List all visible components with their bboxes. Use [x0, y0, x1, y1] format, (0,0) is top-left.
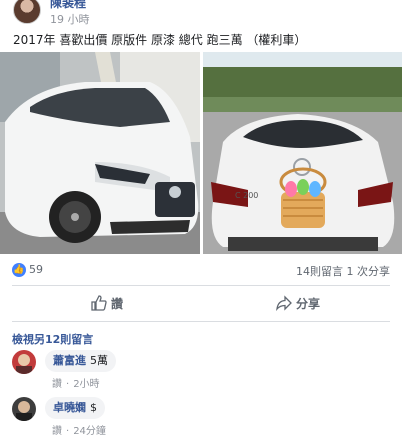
comment-author[interactable]: 蕭富進 [53, 354, 86, 367]
post-header: 陳裴程 19 小時 [0, 0, 402, 30]
comment-bubble: 卓曉嫻 $ [45, 397, 105, 419]
divider [12, 285, 390, 286]
view-more-comments-link[interactable]: 檢視另12則留言 [12, 331, 93, 347]
comment-author[interactable]: 卓曉嫻 [53, 401, 86, 414]
share-button[interactable]: 分享 [206, 288, 396, 318]
comment-time[interactable]: 24分鐘 [73, 426, 106, 437]
post-timestamp[interactable]: 19 小時 [50, 11, 90, 27]
author-name[interactable]: 陳裴程 [50, 0, 86, 11]
comment-meta: 讚 · 2小時 [52, 379, 100, 390]
comment-meta: 讚 · 24分鐘 [52, 426, 106, 437]
post-text: 2017年 喜歡出價 原版件 原漆 總代 跑三萬 （權利車） [13, 33, 307, 47]
comment-share-count[interactable]: 14則留言 1 次分享 [296, 263, 390, 279]
share-arrow-icon [276, 295, 292, 311]
commenter-avatar[interactable] [12, 350, 36, 374]
divider [12, 321, 390, 322]
comment-like-link[interactable]: 讚 [52, 379, 62, 390]
commenter-avatar[interactable] [12, 397, 36, 421]
share-label: 分享 [296, 297, 321, 311]
author-avatar[interactable] [13, 0, 41, 24]
like-label: 讚 [111, 297, 124, 311]
like-button[interactable]: 讚 [6, 288, 196, 318]
reaction-stats: 👍 59 14則留言 1 次分享 [0, 258, 402, 282]
comment-like-link[interactable]: 讚 [52, 426, 62, 437]
car-rear-illustration: C 200 [203, 52, 402, 254]
action-bar: 讚 分享 [0, 288, 402, 318]
thumbs-up-icon [91, 295, 107, 311]
thumbs-up-badge-icon[interactable]: 👍 [12, 263, 26, 277]
comment-bubble: 蕭富進 5萬 [45, 350, 116, 372]
comment-time[interactable]: 2小時 [73, 379, 99, 390]
comment-text: $ [90, 401, 97, 414]
commenter-avatar-image [12, 397, 36, 421]
car-front-illustration [0, 52, 200, 254]
like-count[interactable]: 59 [29, 263, 43, 276]
comment-text: 5萬 [90, 354, 108, 367]
commenter-avatar-image [12, 350, 36, 374]
car-photo-front[interactable] [0, 52, 200, 254]
car-photo-rear[interactable]: C 200 [203, 52, 402, 254]
model-badge: C 200 [235, 191, 258, 200]
